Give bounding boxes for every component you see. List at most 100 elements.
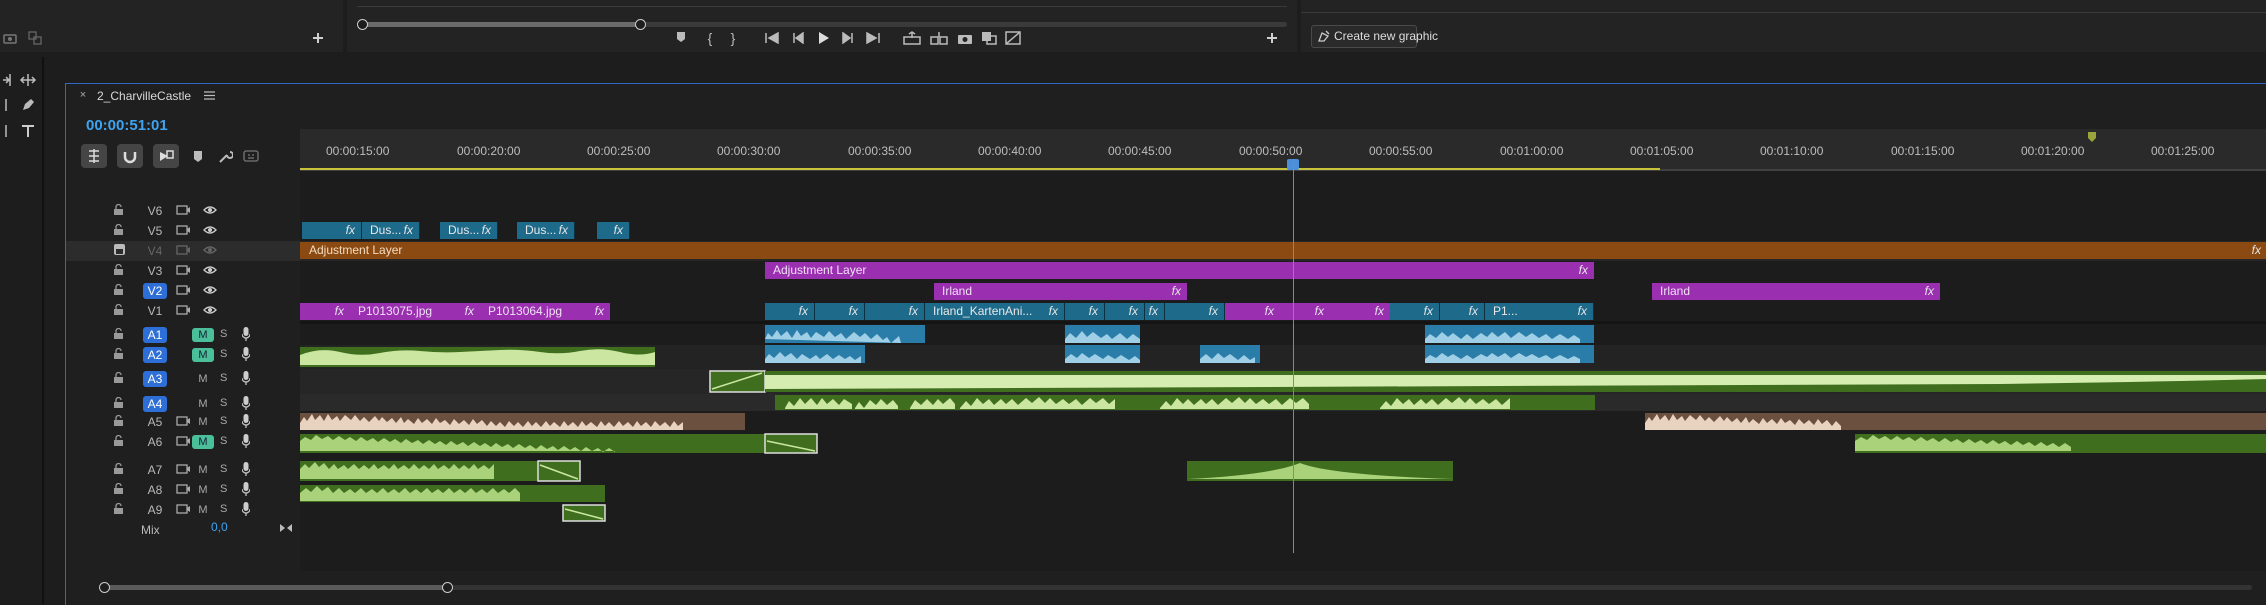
sync-lock-icon[interactable]	[176, 305, 190, 315]
solo-button[interactable]: S	[220, 328, 227, 340]
timeline-zoom-scrollbar-thumb[interactable]	[102, 585, 447, 590]
solo-button[interactable]: S	[220, 348, 227, 360]
snap-button[interactable]	[117, 144, 143, 168]
voiceover-record-icon[interactable]	[242, 434, 250, 448]
step-forward-icon[interactable]	[839, 30, 857, 46]
mark-out-icon[interactable]: }	[726, 30, 740, 46]
hand-tool-icon[interactable]	[0, 122, 12, 140]
track-name[interactable]: V4	[143, 243, 167, 259]
sync-lock-icon[interactable]	[176, 464, 190, 474]
sync-lock-icon[interactable]	[176, 245, 190, 255]
extract-icon[interactable]	[929, 30, 949, 46]
clip-v1-l[interactable]: fx	[1440, 303, 1485, 320]
lock-icon[interactable]	[114, 435, 123, 446]
mute-button[interactable]: M	[192, 372, 214, 386]
pen-tool-icon[interactable]	[18, 96, 38, 114]
track-name[interactable]: A1	[143, 327, 167, 343]
ripple-edit-tool-icon[interactable]	[0, 71, 14, 89]
clip-v1-p1013064[interactable]: P1013064.jpg fx	[480, 303, 610, 320]
lock-icon[interactable]	[114, 397, 123, 408]
track-name[interactable]: A2	[143, 347, 167, 363]
track-name[interactable]: V2	[143, 283, 167, 299]
compare-icon[interactable]	[27, 31, 43, 45]
eye-icon[interactable]	[203, 225, 217, 235]
clip-v1-b[interactable]: fx	[815, 303, 865, 320]
lock-icon[interactable]	[114, 284, 123, 295]
eye-icon[interactable]	[203, 285, 217, 295]
clip-v1-j[interactable]: fx	[1330, 303, 1390, 320]
scroll-handle-left[interactable]	[357, 19, 368, 30]
sequence-tab-name[interactable]: 2_CharvilleCastle	[97, 89, 191, 103]
track-name[interactable]: A4	[143, 396, 167, 412]
sync-lock-icon[interactable]	[176, 416, 190, 426]
wrench-settings-icon[interactable]	[216, 148, 234, 164]
track-name[interactable]: A8	[143, 482, 167, 498]
solo-button[interactable]: S	[220, 372, 227, 384]
eye-icon[interactable]	[203, 265, 217, 275]
track-name[interactable]: A9	[143, 502, 167, 518]
playhead-line[interactable]	[1293, 163, 1294, 553]
clip-v5-dus-3[interactable]: Dus... fx	[517, 222, 575, 239]
lock-icon[interactable]	[114, 224, 123, 235]
track-name[interactable]: A6	[143, 434, 167, 450]
add-button-icon[interactable]	[1264, 30, 1280, 46]
step-back-icon[interactable]	[789, 30, 807, 46]
clip-v1-p1[interactable]: P1... fx	[1485, 303, 1594, 320]
clip-v5-end[interactable]: fx	[597, 222, 630, 239]
close-tab-icon[interactable]: ×	[77, 88, 89, 102]
slip-tool-icon[interactable]	[18, 71, 38, 89]
proxy-toggle-icon[interactable]	[1003, 30, 1023, 46]
track-area[interactable]: fx Dus... fx Dus... fx Dus... fx fx Adjustm…	[300, 163, 2266, 571]
locked-icon[interactable]	[114, 244, 125, 255]
voiceover-record-icon[interactable]	[242, 371, 250, 385]
clip-v1-a[interactable]: fx	[765, 303, 815, 320]
audio-clip-a5[interactable]	[300, 411, 2266, 431]
track-name[interactable]: A3	[143, 371, 167, 387]
lift-icon[interactable]	[902, 30, 922, 46]
solo-button[interactable]: S	[220, 503, 227, 515]
current-timecode[interactable]: 00:00:51:01	[86, 117, 168, 134]
add-marker-icon[interactable]	[190, 148, 206, 164]
mix-end-icon[interactable]	[278, 521, 294, 535]
mute-button[interactable]: M	[192, 503, 214, 517]
mute-button[interactable]: M	[192, 435, 214, 449]
razor-tool-icon[interactable]	[0, 96, 12, 114]
go-to-in-icon[interactable]	[763, 30, 781, 46]
audio-clip-a4[interactable]	[300, 394, 2266, 411]
zoom-handle-left[interactable]	[99, 582, 110, 593]
mute-button[interactable]: M	[192, 348, 214, 362]
eye-icon[interactable]	[203, 305, 217, 315]
clip-v1-1[interactable]: fx	[300, 303, 350, 320]
clip-v4-adjustment-layer[interactable]: Adjustment Layer fx	[300, 242, 2266, 259]
voiceover-record-icon[interactable]	[242, 462, 250, 476]
track-name[interactable]: V6	[143, 203, 167, 219]
clip-v1-e[interactable]: fx	[1105, 303, 1145, 320]
lock-icon[interactable]	[114, 348, 123, 359]
track-name[interactable]: A5	[143, 414, 167, 430]
mark-in-icon[interactable]: {	[703, 30, 717, 46]
lock-icon[interactable]	[114, 503, 123, 514]
mix-volume-value[interactable]: 0,0	[211, 520, 228, 534]
insert-nest-button[interactable]	[81, 144, 107, 168]
ruler-marker-green[interactable]	[2088, 132, 2096, 142]
clip-v1-d[interactable]: fx	[1065, 303, 1105, 320]
sync-lock-icon[interactable]	[176, 504, 190, 514]
sync-lock-icon[interactable]	[176, 436, 190, 446]
lock-icon[interactable]	[114, 304, 123, 315]
clip-v3-adjustment-layer[interactable]: Adjustment Layer fx	[765, 262, 1594, 279]
solo-button[interactable]: S	[220, 415, 227, 427]
scroll-handle-right[interactable]	[635, 19, 646, 30]
audio-clip-a9[interactable]	[300, 503, 700, 523]
sync-lock-icon[interactable]	[176, 285, 190, 295]
play-icon[interactable]	[815, 29, 833, 47]
linked-selection-button[interactable]	[153, 144, 179, 168]
marker-icon[interactable]	[674, 30, 688, 44]
track-name[interactable]: V5	[143, 223, 167, 239]
clip-v2-irland-2[interactable]: Irland fx	[1652, 283, 1940, 300]
sync-lock-icon[interactable]	[176, 265, 190, 275]
clip-v1-p1013075[interactable]: P1013075.jpg fx	[350, 303, 480, 320]
clip-v1-i[interactable]: fx	[1280, 303, 1330, 320]
eye-icon[interactable]	[203, 205, 217, 215]
voiceover-record-icon[interactable]	[242, 482, 250, 496]
lock-icon[interactable]	[114, 415, 123, 426]
